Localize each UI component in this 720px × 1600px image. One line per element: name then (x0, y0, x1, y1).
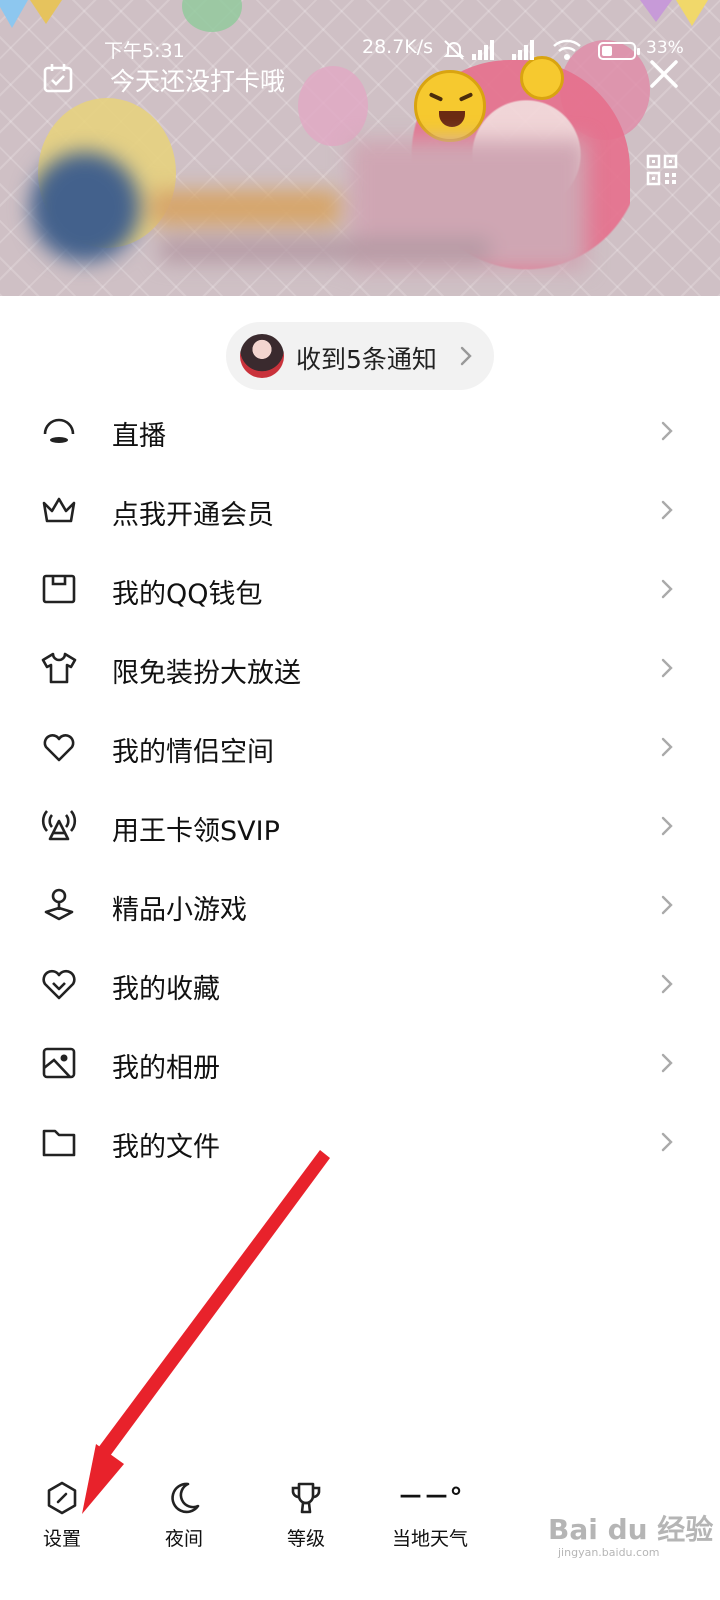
network-speed: 28.7K/s (362, 36, 434, 58)
menu-item-files[interactable]: 我的文件 (0, 1103, 720, 1182)
chevron-right-icon (460, 346, 472, 366)
menu-item-couple-space[interactable]: 我的情侣空间 (0, 708, 720, 787)
wallet-icon (42, 574, 76, 604)
menu-item-label: 我的QQ钱包 (112, 579, 263, 610)
chevron-right-icon (661, 737, 673, 757)
cellular-signal-icon (472, 38, 498, 60)
signal-tower-icon (41, 810, 77, 841)
menu-item-label: 直播 (112, 421, 166, 452)
chevron-right-icon (661, 895, 673, 915)
menu-item-label: 点我开通会员 (112, 500, 274, 531)
chevron-right-icon (661, 421, 673, 441)
weather-temperature: －－° (397, 1483, 463, 1513)
menu-item-wallet[interactable]: 我的QQ钱包 (0, 550, 720, 629)
crown-icon (42, 497, 76, 523)
menu-item-label: 我的文件 (112, 1132, 220, 1163)
notification-text: 收到5条通知 (296, 345, 437, 374)
bunting-flag (640, 0, 672, 22)
bunting-flag (676, 0, 708, 26)
menu-item-label: 我的相册 (112, 1053, 220, 1084)
settings-label: 设置 (42, 1528, 81, 1550)
settings-button[interactable]: 设置 (32, 1480, 92, 1551)
folder-icon (42, 1129, 76, 1157)
mute-bell-icon (443, 40, 465, 60)
chevron-right-icon (661, 1132, 673, 1152)
night-mode-button[interactable]: 夜间 (154, 1480, 214, 1551)
battery-percent: 33% (646, 38, 684, 58)
wifi-icon (553, 39, 581, 60)
menu-item-games[interactable]: 精品小游戏 (0, 866, 720, 945)
weather-label: 当地天气 (391, 1528, 468, 1550)
blurred-profile-info[interactable] (0, 140, 586, 280)
menu-item-label: 我的情侣空间 (112, 737, 274, 768)
watermark-url: jingyan.baidu.com (558, 1546, 660, 1559)
qr-code-icon[interactable] (646, 154, 678, 186)
baidu-jingyan-watermark: Bai du 经验 jingyan.baidu.com (548, 1508, 713, 1559)
cellular-signal-icon (512, 38, 538, 60)
battery-icon (598, 42, 640, 60)
level-button[interactable]: 等级 (276, 1480, 336, 1551)
status-time: 下午5:31 (104, 40, 185, 62)
menu-item-label: 精品小游戏 (112, 895, 247, 926)
drawer-menu: 直播 点我开通会员 我的QQ钱包 限免装扮大放送 我的情侣空间 用王卡领SVIP… (0, 392, 720, 1182)
night-mode-label: 夜间 (164, 1528, 203, 1550)
chevron-right-icon (661, 974, 673, 994)
menu-item-live[interactable]: 直播 (0, 392, 720, 471)
weather-button[interactable]: －－° 当地天气 (382, 1480, 478, 1551)
status-bar: 下午5:31 28.7K/s 33% (0, 30, 720, 66)
menu-item-favorites[interactable]: 我的收藏 (0, 945, 720, 1024)
profile-header: 下午5:31 28.7K/s 33% 今天还没打卡哦 (0, 0, 720, 296)
close-icon[interactable] (646, 56, 682, 92)
chevron-right-icon (661, 579, 673, 599)
avatar (30, 152, 140, 262)
balloon-decoration (298, 66, 368, 146)
bunting-flag (0, 0, 28, 28)
menu-item-label: 用王卡领SVIP (112, 816, 280, 847)
trophy-icon (291, 1482, 321, 1514)
heart-icon (43, 734, 75, 762)
signature-blurred (160, 238, 490, 262)
watermark-brand: Bai du 经验 (548, 1513, 714, 1546)
calendar-check-icon[interactable] (42, 62, 74, 94)
notification-pill[interactable]: 收到5条通知 (226, 322, 494, 390)
menu-item-label: 限免装扮大放送 (112, 658, 301, 689)
menu-item-king-card[interactable]: 用王卡领SVIP (0, 787, 720, 866)
menu-item-label: 我的收藏 (112, 974, 220, 1005)
menu-item-vip[interactable]: 点我开通会员 (0, 471, 720, 550)
nickname-blurred (150, 190, 340, 226)
laughing-emoji-decoration (414, 70, 486, 142)
joystick-icon (44, 888, 74, 921)
chevron-right-icon (661, 816, 673, 836)
bunting-flag (30, 0, 62, 24)
level-label: 等级 (286, 1528, 325, 1550)
tshirt-icon (41, 652, 77, 684)
photo-album-icon (42, 1047, 76, 1079)
chevron-right-icon (661, 658, 673, 678)
chevron-right-icon (661, 500, 673, 520)
moon-icon (171, 1482, 200, 1514)
menu-item-album[interactable]: 我的相册 (0, 1024, 720, 1103)
settings-hexagon-icon (47, 1481, 77, 1515)
menu-item-dressup[interactable]: 限免装扮大放送 (0, 629, 720, 708)
notification-avatar (240, 334, 284, 378)
checkin-prompt[interactable]: 今天还没打卡哦 (110, 62, 285, 98)
favorite-heart-icon (42, 969, 76, 1000)
chevron-right-icon (661, 1053, 673, 1073)
live-icon (43, 418, 75, 443)
